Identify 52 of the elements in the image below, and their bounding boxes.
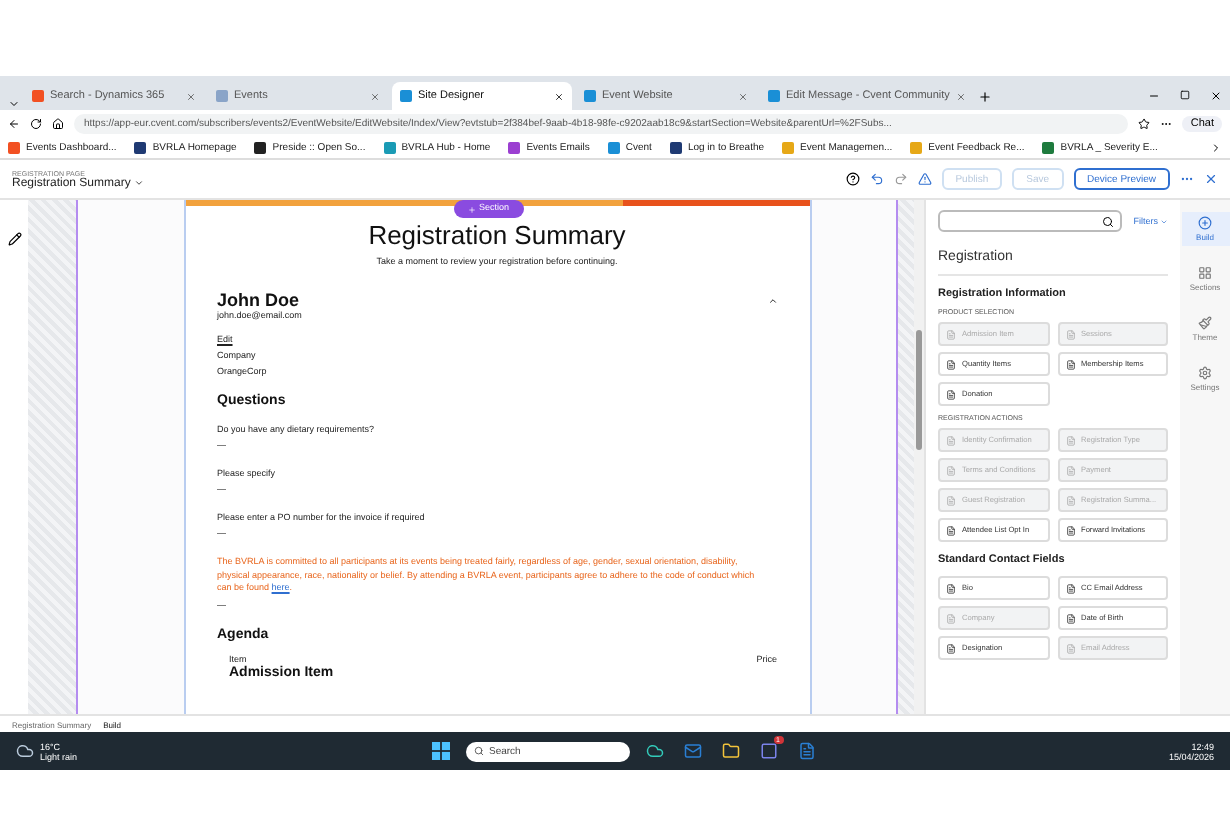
document-icon [946, 359, 956, 369]
document-icon [1065, 359, 1075, 369]
plus-circle-icon [1198, 216, 1212, 230]
document-icon [1065, 613, 1075, 623]
scrollbar-thumb[interactable] [916, 330, 922, 450]
cloud-icon [16, 742, 34, 760]
home-icon[interactable] [52, 117, 64, 129]
page-title: Registration Summary [366, 220, 628, 250]
grid-icon [1198, 266, 1212, 280]
maximize-icon[interactable] [1180, 90, 1190, 100]
chevron-icon [8, 98, 20, 110]
chevron-icon [134, 178, 145, 188]
document-icon[interactable] [797, 742, 815, 760]
redo-icon[interactable] [893, 172, 908, 186]
document-icon [946, 613, 956, 623]
document-icon [1065, 643, 1075, 653]
warning-icon[interactable] [917, 172, 932, 186]
attendee-name: John Doe [217, 290, 300, 310]
document-icon [1065, 465, 1075, 475]
pencil-icon[interactable] [7, 232, 21, 246]
document-icon [946, 583, 956, 593]
search-field[interactable] [938, 210, 1122, 232]
star-icon[interactable] [1138, 117, 1151, 129]
search-icon [473, 746, 483, 756]
document-icon [946, 495, 956, 505]
close-icon[interactable] [1210, 90, 1222, 102]
chevron-icon[interactable] [767, 295, 777, 305]
document-icon [946, 329, 956, 339]
document-icon [946, 465, 956, 475]
brush-icon [1198, 316, 1212, 330]
document-icon [1065, 329, 1075, 339]
document-icon [1065, 495, 1075, 505]
chevron-icon [1210, 141, 1222, 153]
search-icon [1101, 215, 1114, 227]
settings-icon [1198, 366, 1212, 380]
document-icon [1065, 525, 1075, 535]
document-icon [1065, 583, 1075, 593]
plus-icon [467, 205, 475, 213]
document-icon [1065, 435, 1075, 445]
help-icon[interactable] [845, 172, 860, 186]
mail-icon[interactable] [683, 742, 701, 760]
document-icon [946, 525, 956, 535]
plus-icon[interactable] [977, 90, 992, 104]
windows-start-icon[interactable] [431, 742, 449, 760]
document-icon [946, 435, 956, 445]
undo-icon[interactable] [869, 172, 884, 186]
document-icon [946, 643, 956, 653]
reload-icon[interactable] [30, 117, 42, 129]
minimize-icon[interactable] [1148, 90, 1160, 102]
folder-icon[interactable] [721, 742, 739, 760]
document-icon [946, 389, 956, 399]
back-icon[interactable] [8, 117, 20, 129]
